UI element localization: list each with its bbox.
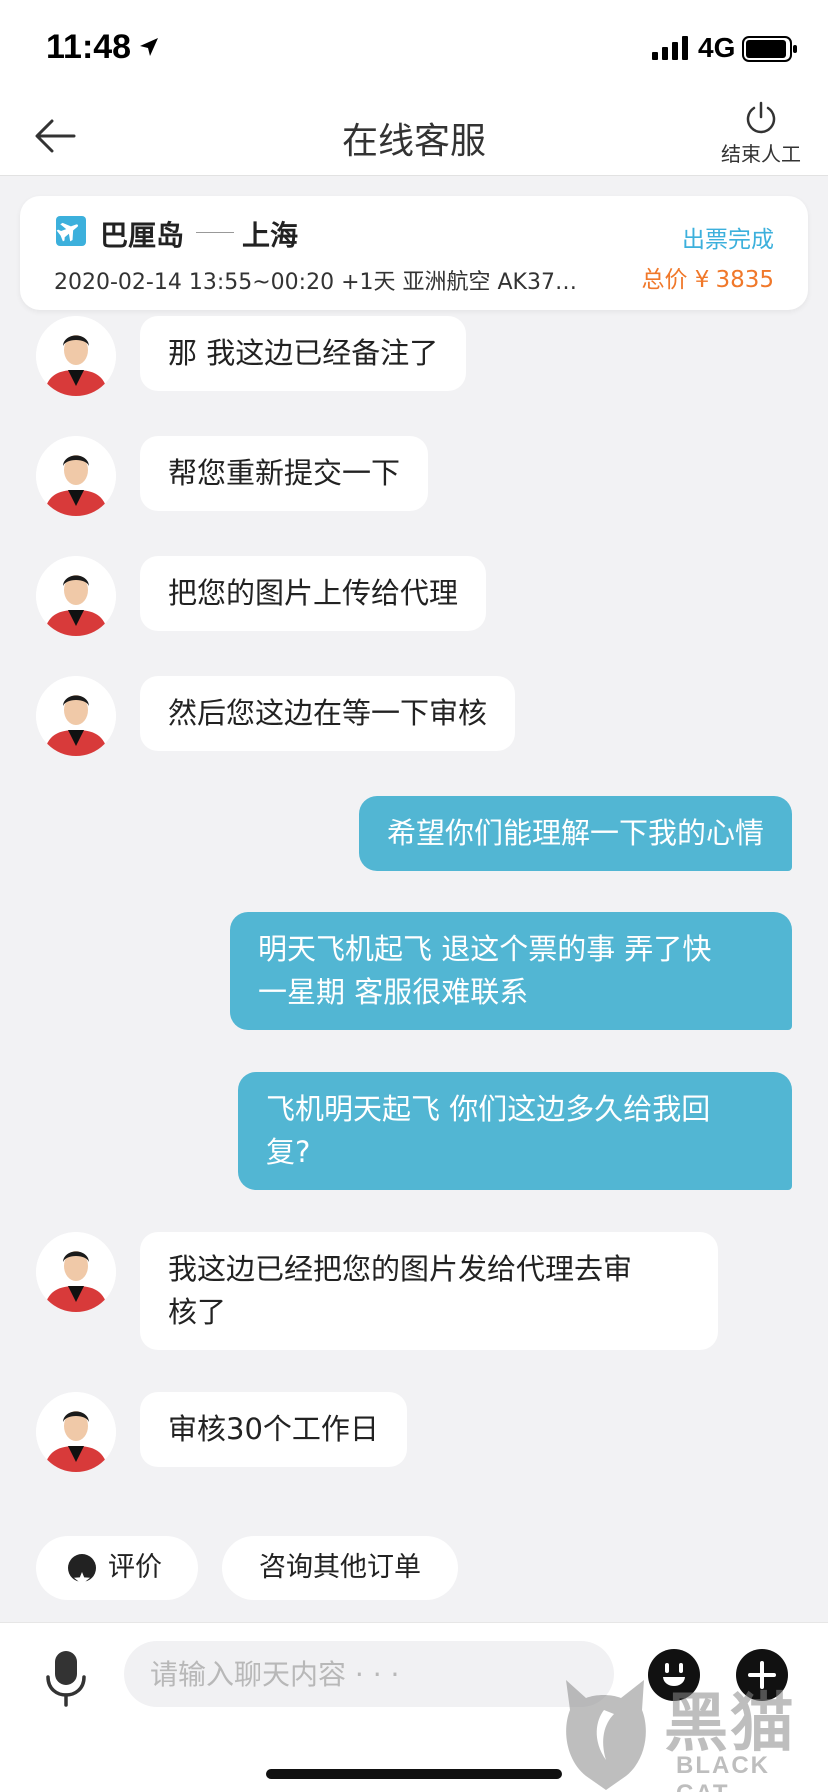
agent-avatar [36,436,116,516]
agent-avatar [36,556,116,636]
message-line: 飞机明天起飞 你们这边多久给我回 [266,1092,711,1126]
watermark-text-en: BLACK CAT [676,1752,770,1792]
order-price: 总价 ¥3835 [642,260,775,294]
agent-avatar [36,1232,116,1312]
location-arrow-icon [140,38,158,56]
status-time: 11:48 [46,28,132,66]
battery-icon [742,36,797,62]
message-bubble-agent: 那 我这边已经备注了 [140,316,467,391]
watermark-text-cn: 黑猫 [664,1687,796,1761]
plane-icon [56,216,86,246]
agent-avatar [36,316,116,396]
message-line: 一星期 客服很难联系 [258,975,529,1009]
route-origin: 巴厘岛 [100,219,185,252]
rate-label: 评价 [108,1552,162,1583]
network-type: 4G [698,32,736,63]
nav-bar: 在线客服 结束人工 [0,96,828,176]
agent-avatar [36,676,116,756]
chat-input[interactable] [124,1641,614,1707]
route-connector [196,232,234,233]
signal-icon [652,36,688,60]
message-line: 核了 [168,1295,227,1329]
end-human-service-label: 结束人工 [721,142,801,166]
power-icon [746,101,776,134]
order-status: 出票完成 [682,227,774,253]
message-line: 明天飞机起飞 退这个票的事 弄了快 [258,932,712,966]
message-bubble-user: 明天飞机起飞 退这个票的事 弄了快 一星期 客服很难联系 [230,912,792,1030]
message-line: 复? [266,1135,311,1169]
message-bubble-agent: 审核30个工作日 [140,1392,407,1467]
end-human-service-button[interactable]: 结束人工 [706,100,816,172]
price-label: 总价 ¥ [641,267,710,293]
star-icon [68,1554,96,1587]
rate-button[interactable]: 评价 [36,1536,198,1600]
page-title: 在线客服 [341,121,486,162]
route-destination: 上海 [242,219,299,252]
agent-avatar [36,1392,116,1472]
message-bubble-user: 飞机明天起飞 你们这边多久给我回 复? [238,1072,792,1190]
cat-logo-icon [566,1680,646,1790]
message-bubble-agent: 然后您这边在等一下审核 [140,676,516,751]
message-line: 我这边已经把您的图片发给代理去审 [168,1252,633,1286]
flight-detail: 2020-02-14 13:55~00:20 +1天 亚洲航空 AK37… [54,270,577,295]
consult-other-orders-button[interactable]: 咨询其他订单 [222,1536,458,1600]
microphone-icon[interactable] [44,1649,88,1707]
blackcat-watermark: 黑猫 BLACK CAT [556,1670,828,1792]
message-bubble-agent: 把您的图片上传给代理 [140,556,487,631]
order-card[interactable]: 巴厘岛 上海 出票完成 2020-02-14 13:55~00:20 +1天 亚… [20,196,808,310]
message-bubble-user: 希望你们能理解一下我的心情 [358,796,792,871]
message-bubble-agent: 帮您重新提交一下 [140,436,429,511]
message-bubble-agent: 我这边已经把您的图片发给代理去审 核了 [140,1232,718,1350]
status-bar: 11:48 4G [0,0,828,96]
price-value: 3835 [715,267,774,293]
home-indicator [266,1769,562,1779]
